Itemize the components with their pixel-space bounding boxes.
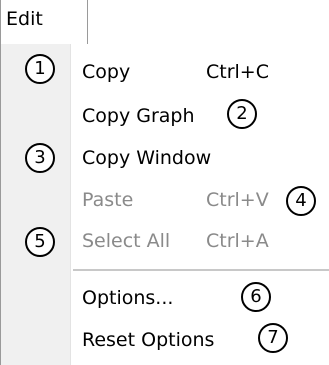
menu-item-label: Copy: [82, 61, 131, 83]
menu-item-shortcut: Ctrl+C: [206, 61, 269, 83]
menu-item-label: Copy Window: [82, 147, 212, 169]
callout-badge: 5: [25, 227, 55, 257]
menu-item-label: Paste: [82, 189, 134, 211]
callout-badge: 3: [25, 143, 55, 173]
callout-badge: 7: [258, 323, 288, 353]
menu-item-label: Select All: [82, 230, 171, 252]
edit-menu-label: Edit: [6, 8, 43, 30]
callout-badge: 2: [227, 99, 257, 129]
menu-item-shortcut: Ctrl+V: [206, 189, 269, 211]
callout-badge: 4: [286, 186, 316, 216]
menu-item-label: Reset Options: [82, 329, 215, 351]
menu-item-options[interactable]: Options...: [0, 279, 329, 317]
menu-left-border: [0, 0, 1, 365]
edit-dropdown-menu: Copy Ctrl+C Copy Graph Copy Window Paste…: [0, 44, 329, 365]
menu-item-copy-graph[interactable]: Copy Graph: [0, 97, 329, 135]
menu-item-shortcut: Ctrl+A: [206, 230, 269, 252]
callout-badge: 1: [25, 54, 55, 84]
menu-item-label: Options...: [82, 287, 174, 309]
menu-item-paste: Paste Ctrl+V: [0, 181, 329, 219]
menu-item-label: Copy Graph: [82, 105, 195, 127]
edit-menu-tab[interactable]: Edit: [0, 0, 88, 44]
callout-badge: 6: [241, 282, 271, 312]
menu-separator: [73, 269, 329, 271]
